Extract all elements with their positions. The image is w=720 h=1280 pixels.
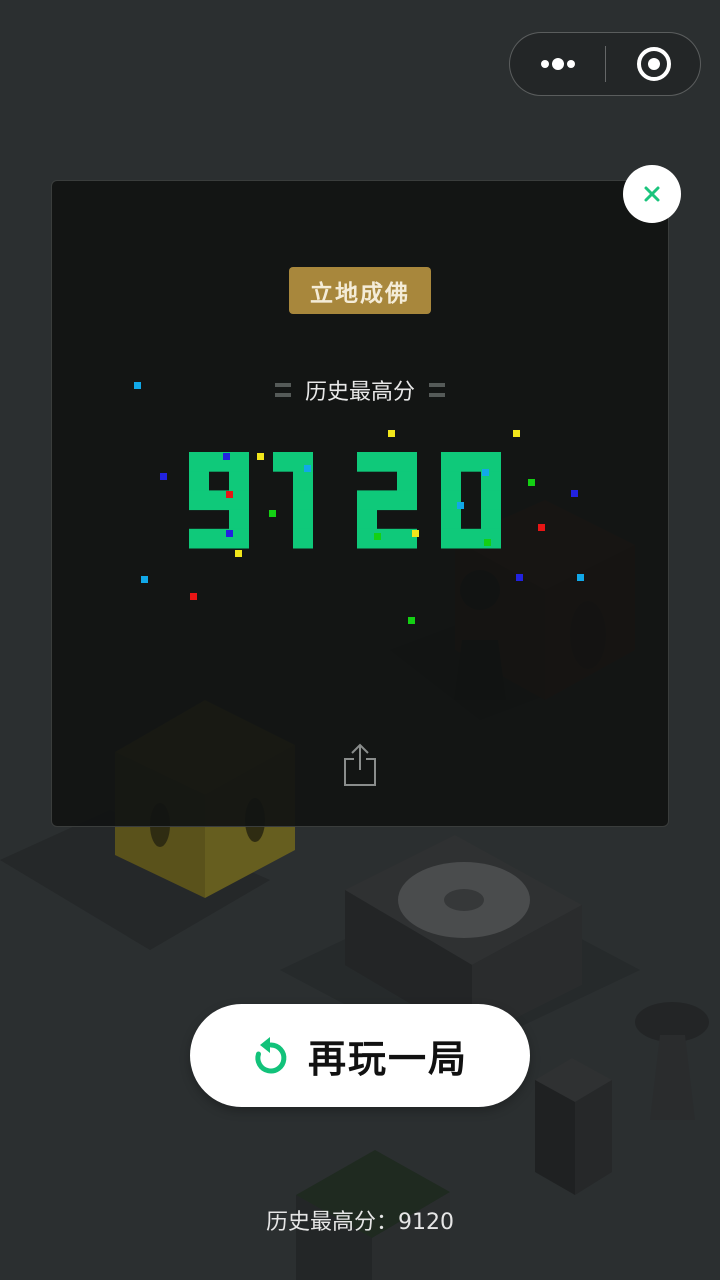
decor-bars-left <box>274 383 291 397</box>
more-button[interactable] <box>534 33 604 95</box>
capsule-divider <box>605 46 606 82</box>
pixel-score <box>189 452 501 549</box>
best-score-label: 历史最高分 <box>304 380 415 405</box>
target-circle-icon <box>637 47 671 81</box>
score-digit <box>441 452 501 549</box>
title-badge: 立地成佛 <box>289 267 431 314</box>
play-again-label: 再玩一局 <box>307 1037 468 1081</box>
score-digit <box>273 452 313 549</box>
close-panel-button[interactable] <box>623 165 681 223</box>
exit-mini-program-button[interactable] <box>622 33 692 95</box>
best-score-heading: 历史最高分 <box>200 370 520 410</box>
mini-program-capsule <box>509 32 701 96</box>
share-button[interactable] <box>342 742 378 788</box>
score-digit <box>357 452 417 549</box>
decor-bars-right <box>429 383 445 397</box>
score-digit <box>189 452 249 549</box>
restart-icon <box>255 1036 287 1073</box>
more-dots-icon <box>541 58 575 70</box>
close-icon <box>644 186 660 202</box>
footer-best-score: 历史最高分：9120 <box>266 1210 454 1235</box>
play-again-button[interactable]: 再玩一局 <box>190 1004 530 1107</box>
share-icon <box>344 743 376 786</box>
